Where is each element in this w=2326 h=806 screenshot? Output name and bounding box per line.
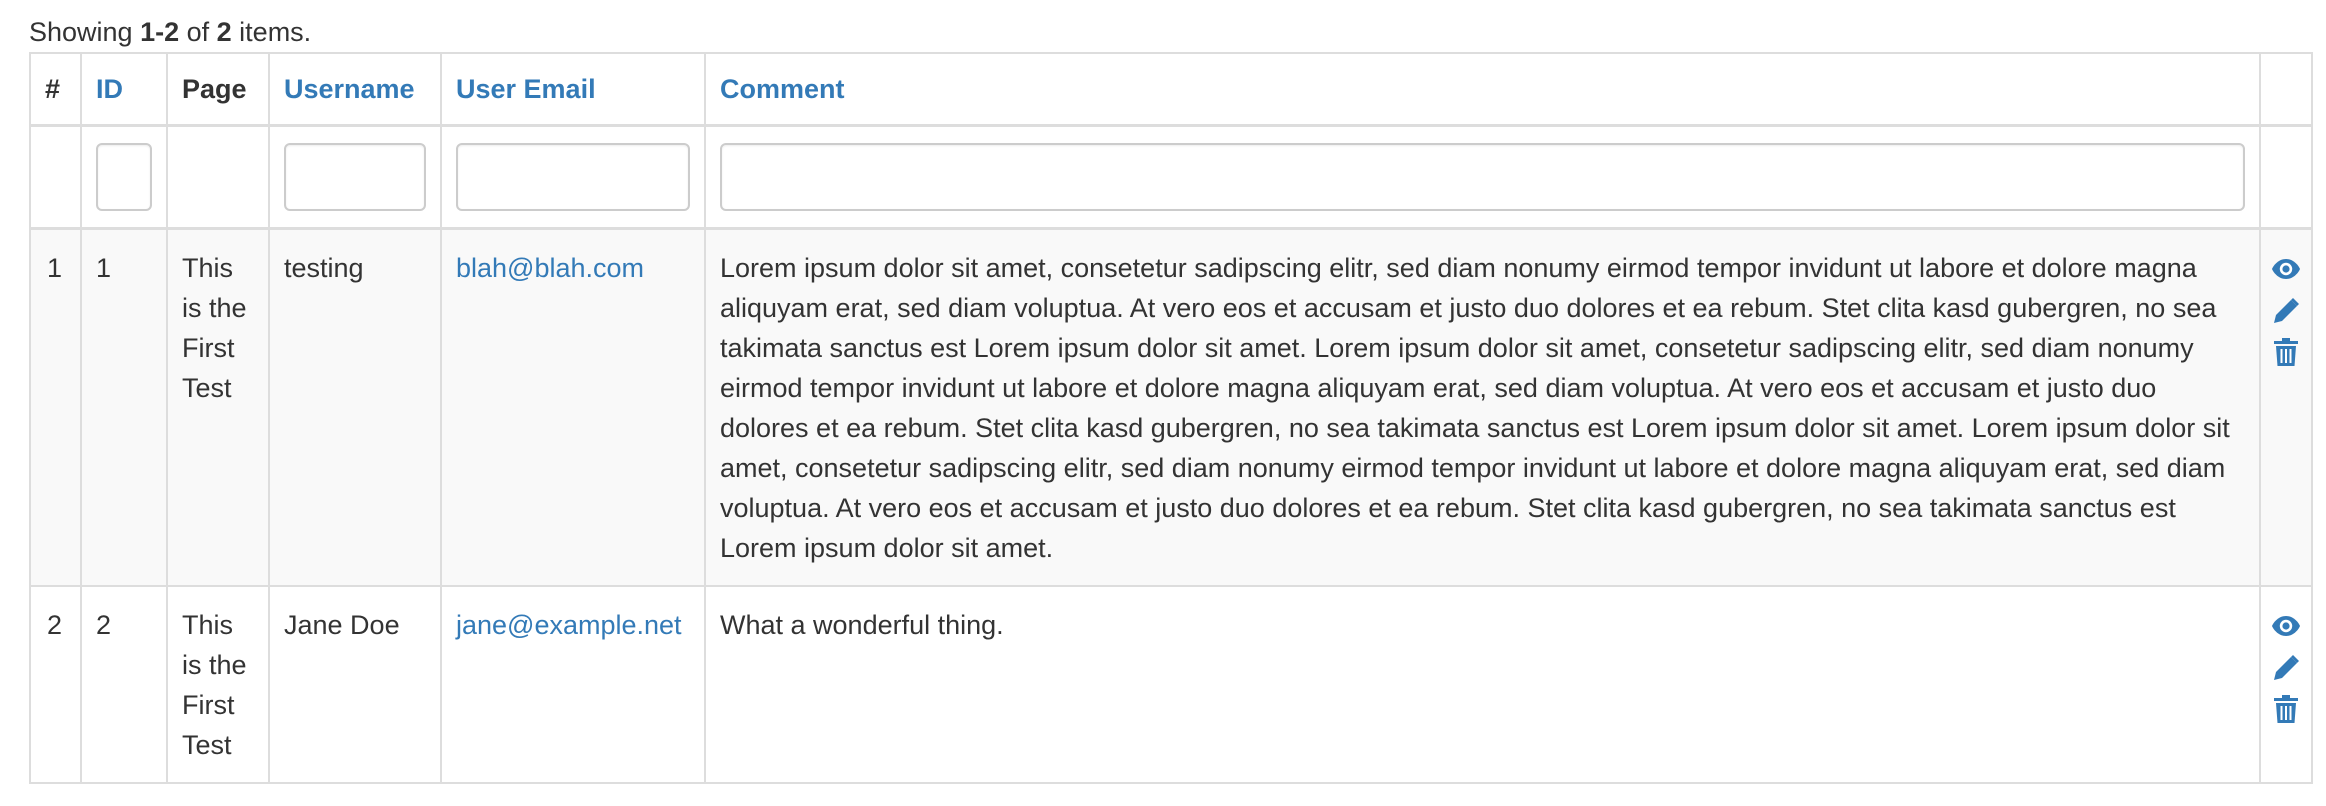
table-row: 1 1 This is the First Test testing blah@… — [29, 227, 2313, 587]
delete-button[interactable] — [2269, 330, 2303, 370]
row-email-link[interactable]: jane@example.net — [456, 610, 682, 640]
filter-comment-input[interactable] — [720, 143, 2245, 211]
header-row: # ID Page Username User Email Comment — [29, 52, 2313, 127]
row-comment: Lorem ipsum dolor sit amet, consetetur s… — [704, 227, 2261, 587]
sort-link-username[interactable]: Username — [284, 74, 415, 104]
sort-link-id[interactable]: ID — [96, 74, 123, 104]
summary-text: Showing 1-2 of 2 items. — [29, 14, 2311, 52]
filter-cell-comment — [704, 124, 2261, 230]
column-header-serial: # — [29, 52, 82, 127]
trash-icon — [2274, 695, 2298, 723]
row-actions — [2259, 585, 2313, 784]
row-comment: What a wonderful thing. — [704, 585, 2261, 784]
view-button[interactable] — [2269, 607, 2303, 647]
column-header-page: Page — [166, 52, 270, 127]
sort-link-email[interactable]: User Email — [456, 74, 596, 104]
row-page: This is the First Test — [166, 227, 270, 587]
column-header-username: Username — [268, 52, 442, 127]
column-header-email: User Email — [440, 52, 706, 127]
summary-range: 1-2 — [140, 17, 180, 47]
summary-middle: of — [179, 17, 217, 47]
view-button[interactable] — [2269, 250, 2303, 290]
pencil-icon — [2274, 655, 2299, 680]
row-email-link[interactable]: blah@blah.com — [456, 253, 644, 283]
column-header-actions — [2259, 52, 2313, 127]
row-id: 2 — [80, 585, 168, 784]
filter-cell-actions — [2259, 124, 2313, 230]
grid-view: Showing 1-2 of 2 items. # ID Page Userna… — [29, 14, 2313, 784]
summary-suffix: items. — [231, 17, 312, 47]
row-id: 1 — [80, 227, 168, 587]
row-actions — [2259, 227, 2313, 587]
filter-cell-username — [268, 124, 442, 230]
eye-icon — [2272, 616, 2300, 636]
table-row: 2 2 This is the First Test Jane Doe jane… — [29, 585, 2313, 784]
column-header-comment: Comment — [704, 52, 2261, 127]
comments-table: # ID Page Username User Email Comment 1 — [29, 52, 2313, 784]
row-page: This is the First Test — [166, 585, 270, 784]
pencil-icon — [2274, 298, 2299, 323]
filter-cell-page — [166, 124, 270, 230]
delete-button[interactable] — [2269, 687, 2303, 727]
summary-prefix: Showing — [29, 17, 141, 47]
trash-icon — [2274, 338, 2298, 366]
summary-total: 2 — [216, 17, 232, 47]
filter-username-input[interactable] — [284, 143, 426, 211]
row-email-cell: blah@blah.com — [440, 227, 706, 587]
row-serial: 1 — [29, 227, 82, 587]
row-username: testing — [268, 227, 442, 587]
row-serial: 2 — [29, 585, 82, 784]
filter-email-input[interactable] — [456, 143, 690, 211]
sort-link-comment[interactable]: Comment — [720, 74, 845, 104]
filter-row — [29, 124, 2313, 230]
edit-button[interactable] — [2269, 647, 2303, 687]
filter-cell-id — [80, 124, 168, 230]
filter-cell-serial — [29, 124, 82, 230]
eye-icon — [2272, 259, 2300, 279]
row-email-cell: jane@example.net — [440, 585, 706, 784]
filter-cell-email — [440, 124, 706, 230]
filter-id-input[interactable] — [96, 143, 152, 211]
edit-button[interactable] — [2269, 290, 2303, 330]
row-username: Jane Doe — [268, 585, 442, 784]
column-header-id: ID — [80, 52, 168, 127]
